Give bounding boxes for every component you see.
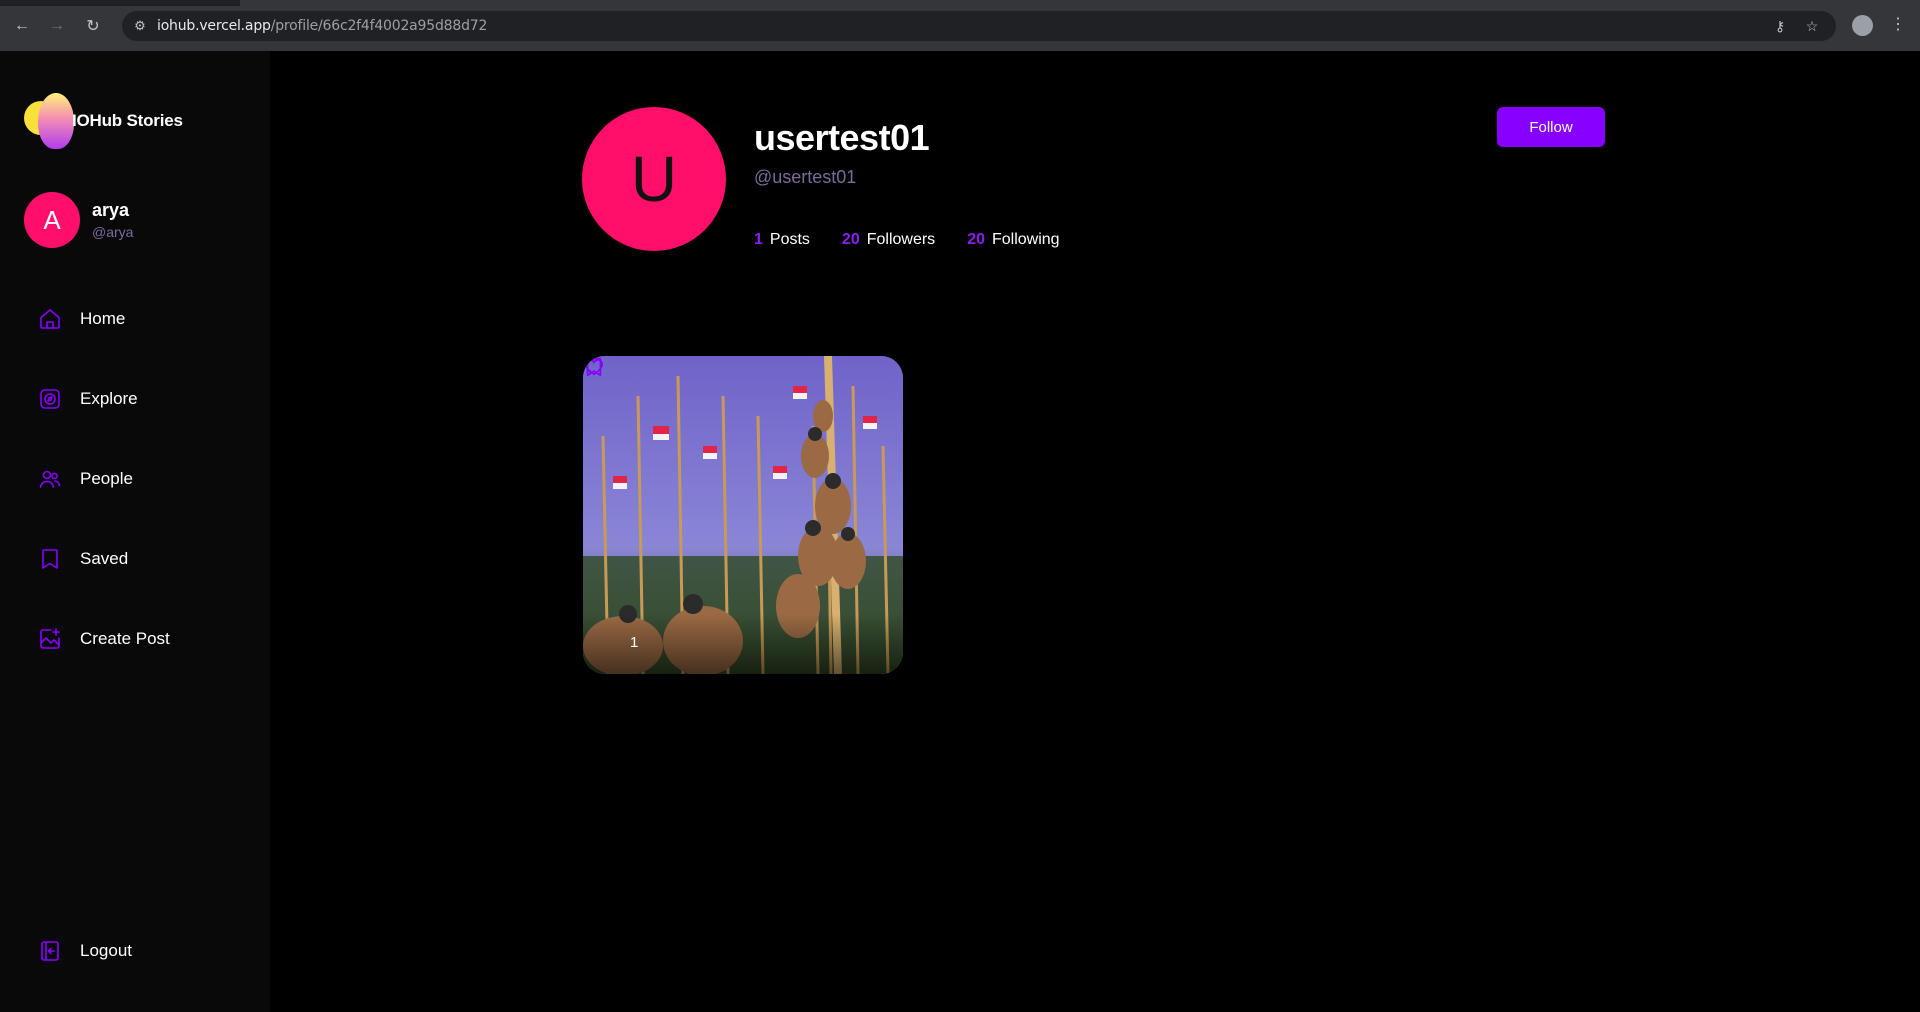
stat-posts: 1 Posts [754, 231, 810, 249]
current-user-handle: @arya [92, 224, 134, 240]
browser-toolbar: ← → ↻ ⚙ iohub.vercel.app/profile/66c2f4f… [0, 0, 1920, 51]
stat-label: Posts [769, 231, 810, 248]
current-user-avatar: A [24, 192, 80, 248]
password-key-icon[interactable]: ⚷ [1770, 16, 1790, 36]
url-host: iohub.vercel.app [157, 18, 271, 34]
url-path: /profile/66c2f4f4002a95d88d72 [270, 18, 488, 34]
profile-handle: @usertest01 [754, 167, 857, 187]
url-text[interactable]: iohub.vercel.app/profile/66c2f4f4002a95d… [157, 18, 487, 34]
stat-label: Followers [866, 231, 936, 248]
logout-button[interactable]: Logout [38, 931, 132, 971]
logout-label: Logout [80, 941, 132, 960]
stat-followers: 20 Followers [842, 231, 935, 249]
stat-value: 20 [841, 231, 860, 248]
follow-button[interactable]: Follow [1497, 107, 1605, 147]
profile-avatar: U [582, 107, 726, 251]
saved-icon [42, 549, 58, 569]
explore-icon [40, 389, 60, 409]
sidebar-item-label: Home [80, 309, 126, 328]
like-count: 1 [630, 634, 639, 651]
sidebar-item-label: Explore [80, 389, 138, 408]
post-card[interactable]: 1 [583, 356, 903, 674]
bookmark-star-icon[interactable]: ☆ [1802, 16, 1822, 36]
people-icon [39, 470, 61, 488]
reload-icon[interactable]: ↻ [81, 14, 105, 38]
profile-name: usertest01 [754, 117, 930, 158]
tab-strip [0, 0, 1920, 6]
forward-arrow-icon[interactable]: → [45, 14, 69, 38]
active-tab[interactable] [240, 0, 1920, 6]
back-arrow-icon[interactable]: ← [10, 14, 34, 38]
sidebar-item-create-post[interactable]: Create Post [38, 619, 170, 659]
current-user-name: arya [92, 200, 130, 220]
create-post-icon [40, 628, 60, 649]
stat-value: 20 [967, 231, 985, 248]
save-icon[interactable] [583, 356, 605, 378]
browser-menu-icon[interactable]: ⋮ [1890, 14, 1906, 34]
stat-value: 1 [754, 231, 763, 248]
sidebar-item-home[interactable]: Home [38, 299, 125, 339]
site-settings-icon[interactable]: ⚙ [130, 16, 150, 36]
sidebar-item-people[interactable]: People [38, 459, 133, 499]
logo-mark-gradient [38, 93, 74, 149]
address-bar[interactable]: ⚙ iohub.vercel.app/profile/66c2f4f4002a9… [122, 11, 1836, 41]
profile-page: U usertest01 @usertest01 1 Posts 20 Foll… [270, 51, 1920, 1012]
browser-profile-avatar[interactable] [1852, 15, 1873, 36]
stat-label: Following [991, 231, 1060, 248]
sidebar-item-label: Saved [80, 549, 129, 568]
app-logo[interactable]: IOHub Stories [22, 91, 202, 151]
logout-icon [41, 941, 59, 961]
app-name: IOHub Stories [72, 111, 183, 130]
stat-following: 20 Following [967, 231, 1059, 249]
sidebar-item-label: Create Post [80, 629, 170, 648]
sidebar-item-saved[interactable]: Saved [38, 539, 128, 579]
home-icon [40, 309, 60, 329]
sidebar-item-explore[interactable]: Explore [38, 379, 138, 419]
sidebar: IOHub Stories A arya @arya Home Explore … [0, 51, 270, 1012]
sidebar-item-label: People [80, 469, 133, 488]
profile-stats: 1 Posts 20 Followers 20 Following [754, 231, 1092, 249]
